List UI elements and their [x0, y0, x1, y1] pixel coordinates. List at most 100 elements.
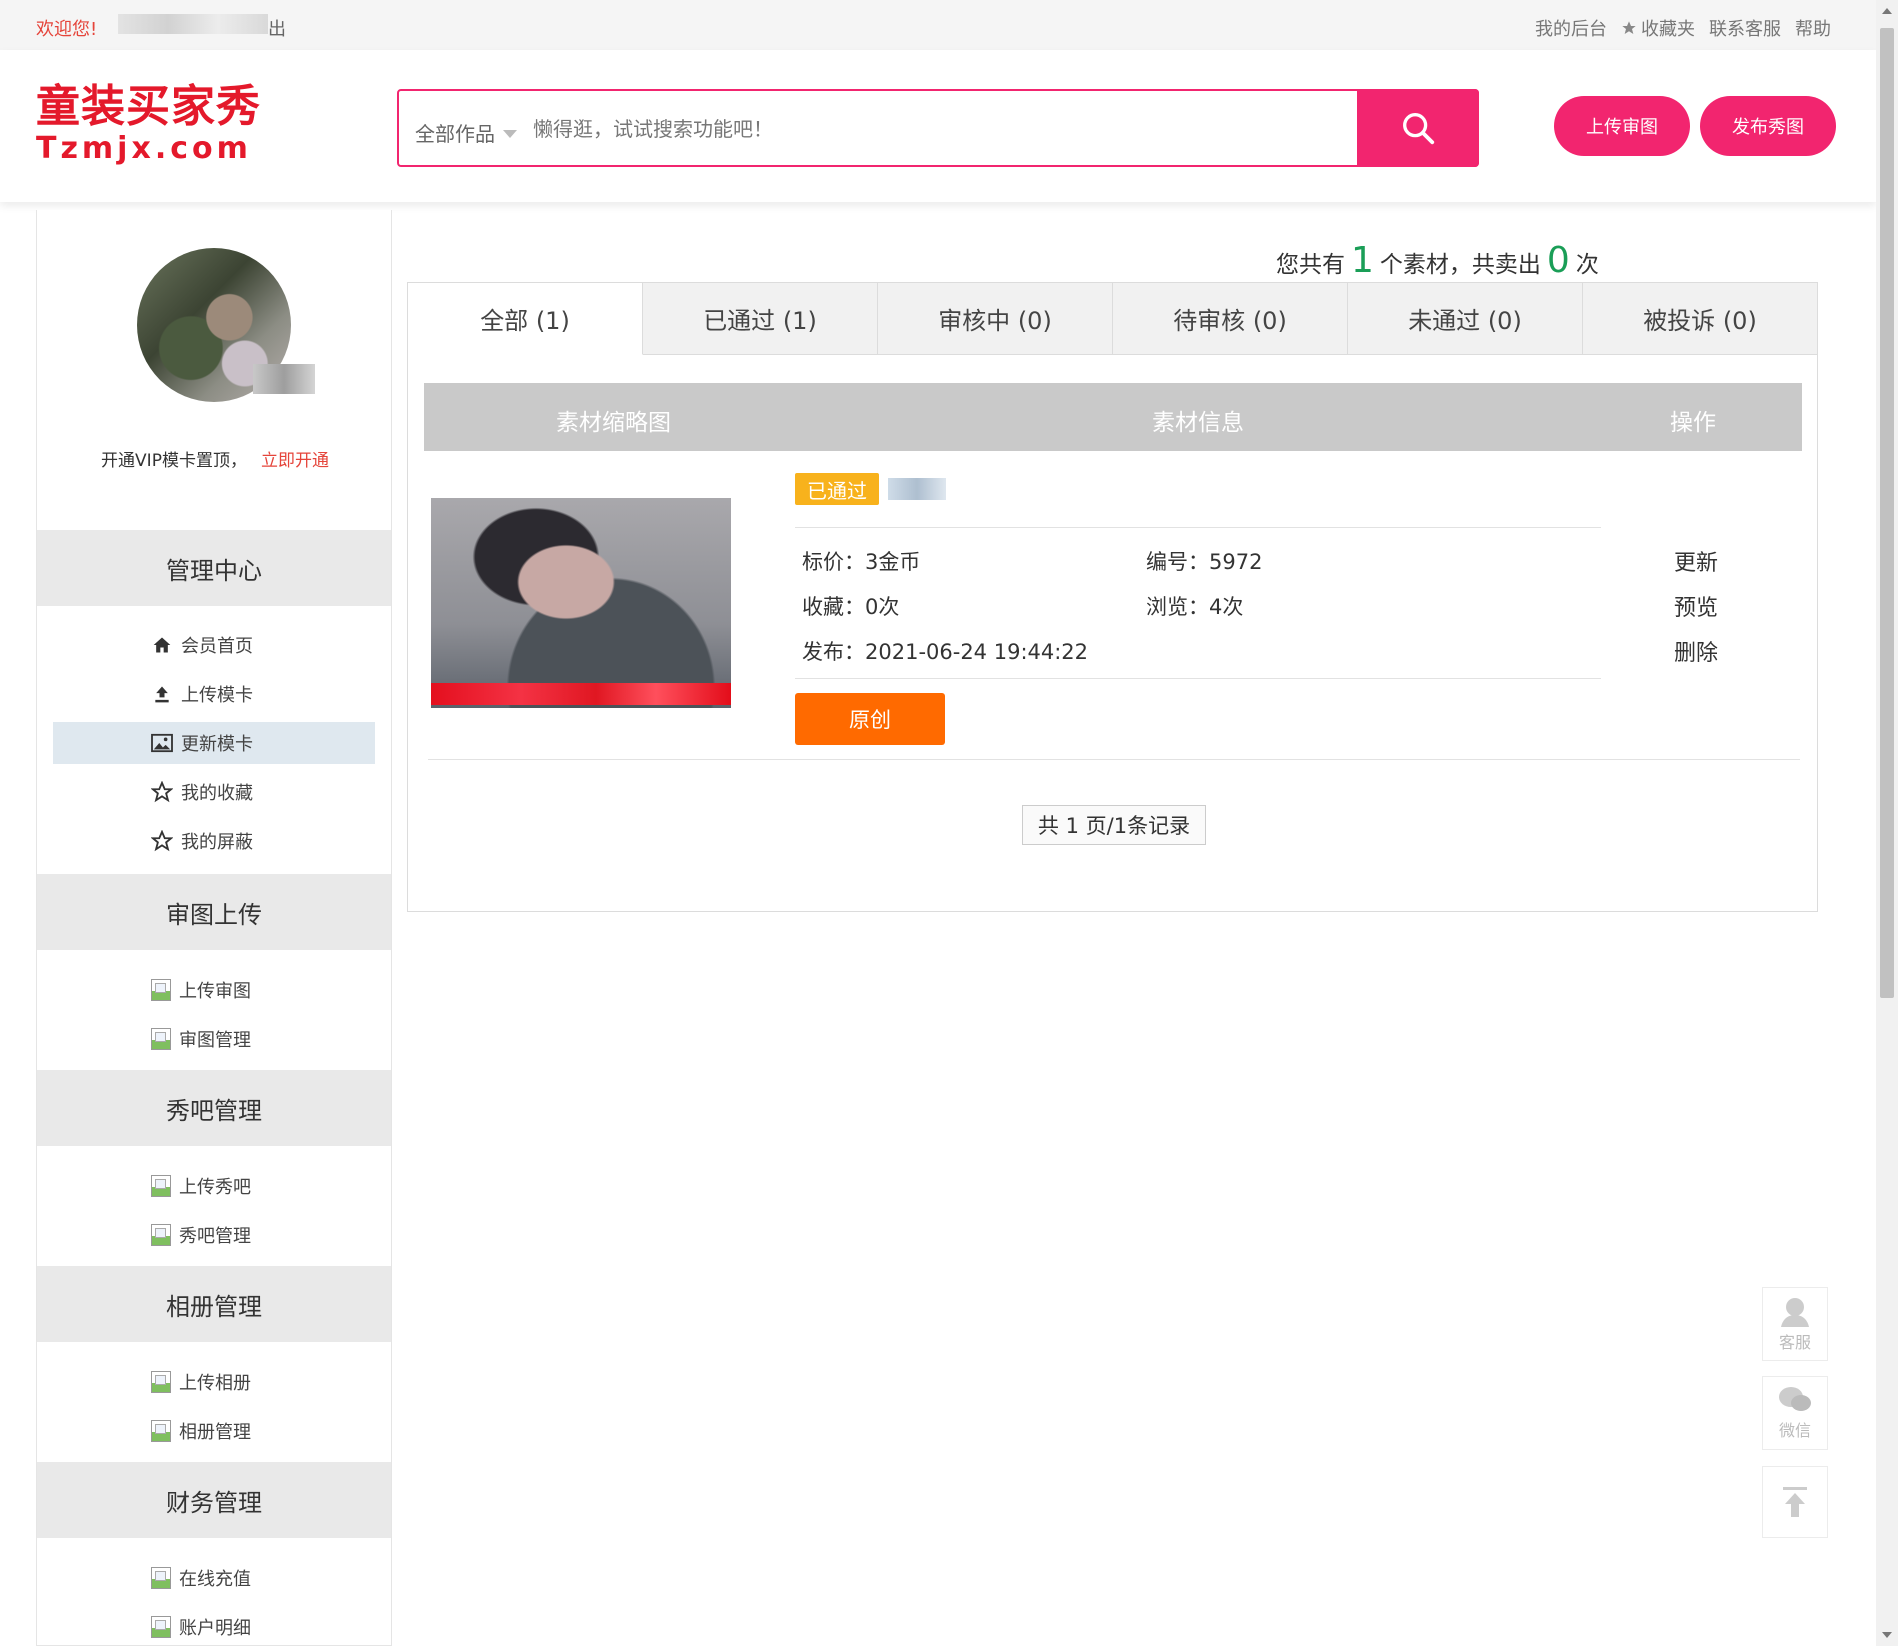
page-scrollbar[interactable] — [1876, 0, 1898, 1646]
sidebar-item-my-favorites[interactable]: 我的收藏 — [53, 771, 375, 813]
delete-link[interactable]: 删除 — [1674, 635, 1718, 667]
sidebar-item-label: 审图管理 — [179, 1030, 251, 1051]
sidebar-item-label: 会员首页 — [181, 636, 253, 657]
sidebar-item-show-manage[interactable]: 秀吧管理 — [53, 1214, 375, 1256]
back-to-top-button[interactable] — [1762, 1466, 1828, 1538]
section-title-management: 管理中心 — [37, 530, 391, 606]
logout-link[interactable]: 出 — [268, 15, 286, 41]
sidebar-item-label: 相册管理 — [179, 1422, 251, 1443]
material-thumbnail[interactable] — [431, 498, 731, 708]
tab-all[interactable]: 全部 (1) — [408, 283, 643, 355]
update-link[interactable]: 更新 — [1674, 545, 1718, 577]
tab-passed[interactable]: 已通过 (1) — [643, 283, 878, 355]
star-icon — [151, 830, 173, 852]
sidebar-item-label: 上传审图 — [179, 981, 251, 1002]
search-button[interactable] — [1357, 89, 1479, 167]
wechat-button[interactable]: 微信 — [1762, 1376, 1828, 1450]
tab-complained[interactable]: 被投诉 (0) — [1583, 283, 1817, 355]
my-backend-link[interactable]: 我的后台 — [1535, 15, 1607, 41]
row-divider — [428, 759, 1800, 760]
search-bar: 全部作品 — [397, 89, 1479, 167]
material-number: 编号：5972 — [1146, 550, 1263, 574]
top-bar: 欢迎您! 出 我的后台 收藏夹 联系客服 帮助 — [0, 0, 1876, 50]
material-collect-count: 收藏：0次 — [802, 595, 900, 619]
broken-image-icon — [151, 979, 171, 1001]
upload-icon — [151, 683, 173, 705]
wechat-label: 微信 — [1778, 1421, 1811, 1440]
original-button[interactable]: 原创 — [795, 693, 945, 745]
divider — [795, 527, 1601, 528]
sidebar-item-label: 我的屏蔽 — [181, 832, 253, 853]
vip-promo: 开通VIP模卡置顶， 立即开通 — [37, 446, 393, 471]
tab-reviewing[interactable]: 审核中 (0) — [878, 283, 1113, 355]
scrollbar-thumb[interactable] — [1880, 28, 1894, 998]
blurred-username — [118, 14, 268, 34]
search-icon — [1403, 113, 1435, 145]
customer-service-button[interactable]: 客服 — [1762, 1287, 1828, 1361]
tab-rejected[interactable]: 未通过 (0) — [1348, 283, 1583, 355]
image-icon — [151, 732, 173, 754]
sidebar-item-upload-card[interactable]: 上传模卡 — [53, 673, 375, 715]
material-count: 1 — [1351, 240, 1374, 281]
favorites-label: 收藏夹 — [1641, 19, 1695, 40]
section-title-review-upload: 审图上传 — [37, 874, 391, 950]
blurred-material-title — [888, 478, 946, 500]
preview-link[interactable]: 预览 — [1674, 590, 1718, 622]
scroll-up-icon[interactable] — [1882, 8, 1892, 14]
customer-service-label: 客服 — [1778, 1333, 1811, 1352]
sidebar-item-label: 秀吧管理 — [179, 1226, 251, 1247]
change-avatar-icon[interactable] — [253, 364, 315, 394]
sidebar-item-album-manage[interactable]: 相册管理 — [53, 1410, 375, 1452]
arrow-up-icon — [1783, 1487, 1807, 1517]
material-publish-time: 发布：2021-06-24 19:44:22 — [802, 640, 1089, 664]
search-input[interactable] — [533, 109, 1333, 149]
logo-domain: Tzmjx.com — [36, 131, 252, 166]
sidebar-item-review-manage[interactable]: 审图管理 — [53, 1018, 375, 1060]
sidebar-item-label: 账户明细 — [179, 1618, 251, 1639]
top-links: 我的后台 收藏夹 联系客服 帮助 — [1535, 15, 1831, 41]
welcome-text: 欢迎您! — [36, 19, 98, 40]
chevron-down-icon — [503, 130, 517, 138]
sidebar-item-label: 上传相册 — [179, 1373, 251, 1394]
section-title-show-manage: 秀吧管理 — [37, 1070, 391, 1146]
search-category-select[interactable]: 全部作品 — [415, 118, 517, 147]
sidebar-item-recharge[interactable]: 在线充值 — [53, 1557, 375, 1599]
help-link[interactable]: 帮助 — [1795, 15, 1831, 41]
site-header: 童装买家秀 Tzmjx.com 全部作品 上传审图 发布秀图 — [0, 50, 1876, 202]
table-header: 素材缩略图 素材信息 操作 — [424, 383, 1802, 451]
material-summary: 您共有 1 个素材，共卖出 0 次 — [1276, 240, 1599, 281]
pagination-info: 共 1 页/1条记录 — [1022, 805, 1206, 845]
sidebar-item-update-card[interactable]: 更新模卡 — [53, 722, 375, 764]
vip-open-link[interactable]: 立即开通 — [261, 451, 329, 471]
broken-image-icon — [151, 1567, 171, 1589]
sidebar-item-label: 在线充值 — [179, 1569, 251, 1590]
sidebar-item-label: 上传秀吧 — [179, 1177, 251, 1198]
broken-image-icon — [151, 1616, 171, 1638]
sidebar-item-member-home[interactable]: 会员首页 — [53, 624, 375, 666]
status-tabs: 全部 (1) 已通过 (1) 审核中 (0) 待审核 (0) 未通过 (0) 被… — [408, 283, 1817, 355]
home-icon — [151, 634, 173, 656]
sidebar-item-upload-show[interactable]: 上传秀吧 — [53, 1165, 375, 1207]
search-category-label: 全部作品 — [415, 122, 495, 146]
column-info: 素材信息 — [1152, 410, 1244, 436]
sidebar-item-my-blocked[interactable]: 我的屏蔽 — [53, 820, 375, 862]
material-price: 标价：3金币 — [802, 550, 921, 574]
vip-text: 开通VIP模卡置顶， — [101, 451, 247, 471]
logo-chinese: 童装买家秀 — [36, 81, 261, 132]
sold-count: 0 — [1546, 240, 1570, 281]
contact-service-link[interactable]: 联系客服 — [1709, 15, 1781, 41]
sidebar: 开通VIP模卡置顶， 立即开通 管理中心 会员首页 上传模卡 更新模卡 我的收藏 … — [36, 210, 392, 1646]
thumbnail-red-banner — [431, 683, 731, 705]
scroll-down-icon[interactable] — [1882, 1632, 1892, 1638]
upload-review-button[interactable]: 上传审图 — [1554, 96, 1690, 156]
sidebar-item-account-details[interactable]: 账户明细 — [53, 1606, 375, 1646]
section-title-album-manage: 相册管理 — [37, 1266, 391, 1342]
tab-pending[interactable]: 待审核 (0) — [1113, 283, 1348, 355]
broken-image-icon — [151, 1224, 171, 1246]
publish-show-button[interactable]: 发布秀图 — [1700, 96, 1836, 156]
sidebar-item-upload-review[interactable]: 上传审图 — [53, 969, 375, 1011]
sidebar-item-upload-album[interactable]: 上传相册 — [53, 1361, 375, 1403]
site-logo[interactable]: 童装买家秀 Tzmjx.com — [36, 82, 266, 166]
favorites-link[interactable]: 收藏夹 — [1621, 15, 1695, 41]
broken-image-icon — [151, 1420, 171, 1442]
